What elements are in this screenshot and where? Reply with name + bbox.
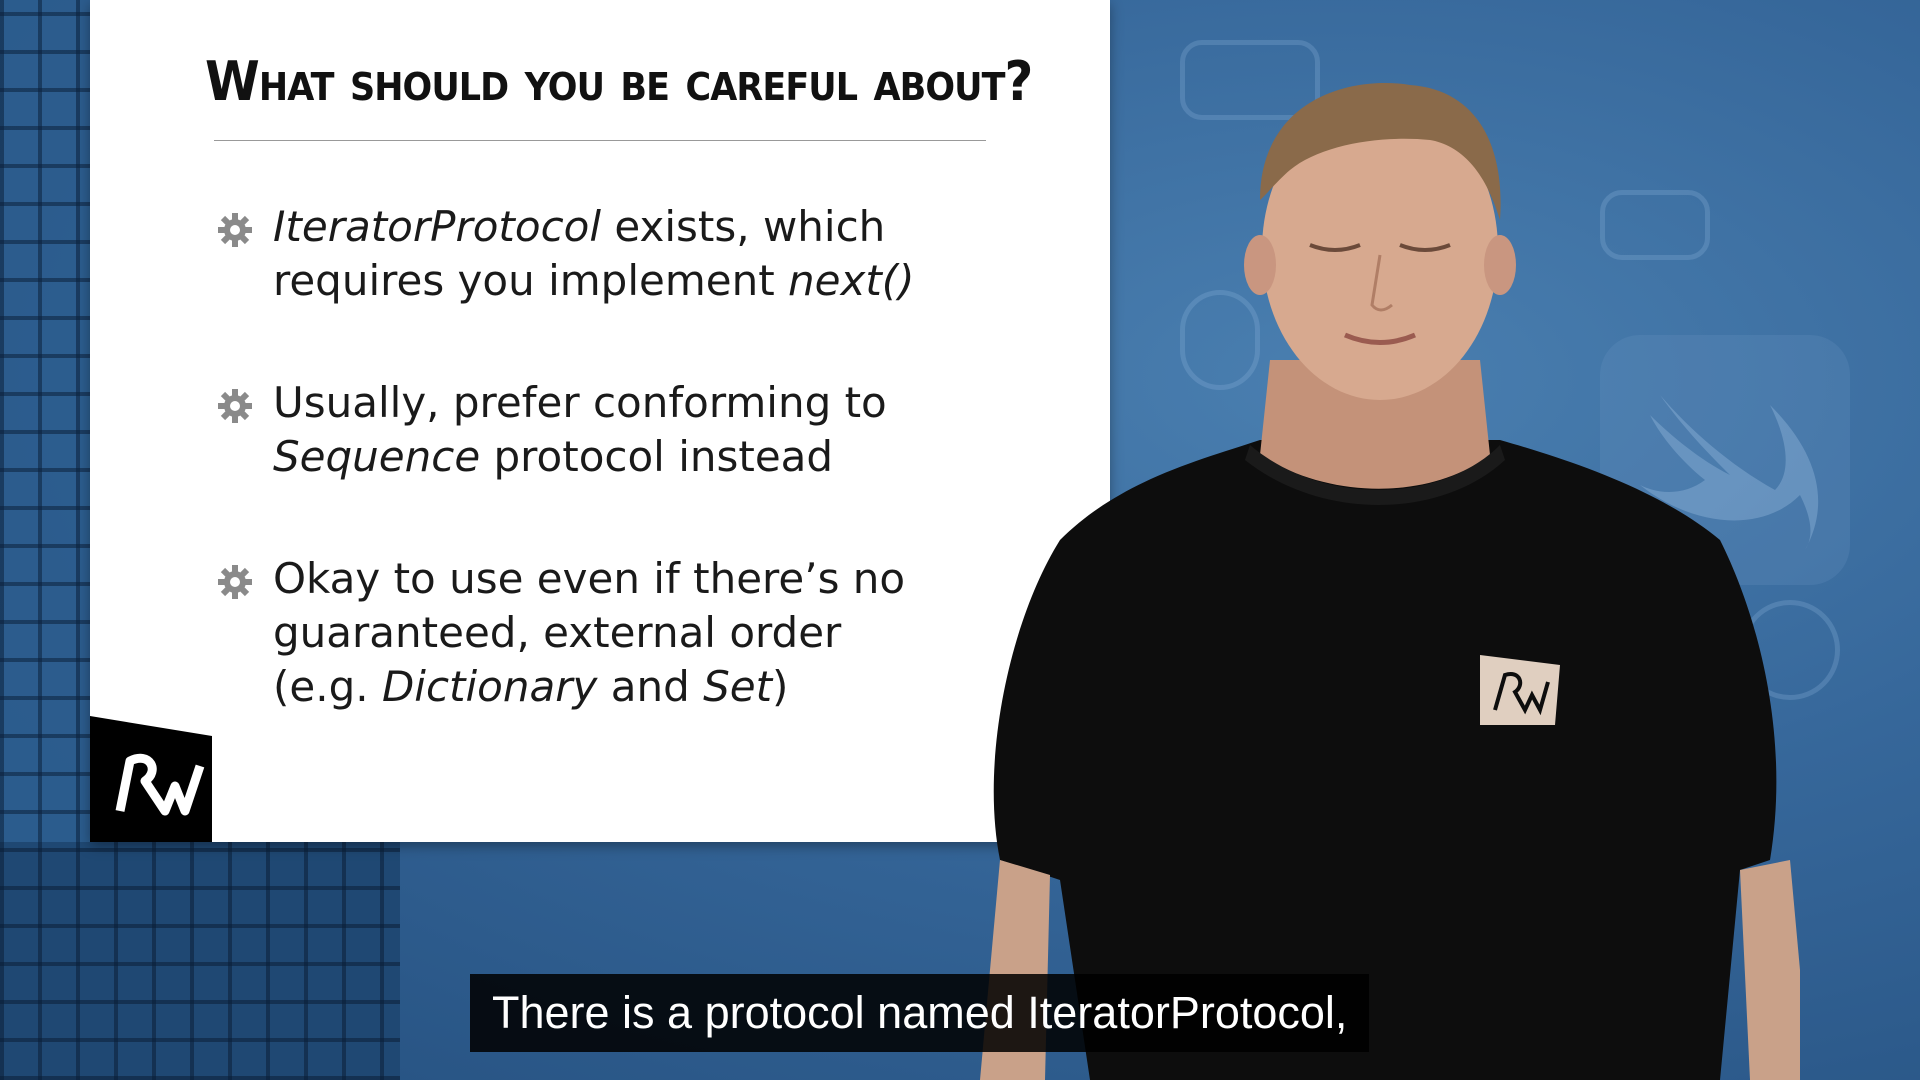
gear-icon xyxy=(218,213,252,247)
presenter-figure xyxy=(980,82,1800,1080)
text-span: exists, which xyxy=(601,202,886,251)
code-term: Set xyxy=(703,662,773,711)
bullet-line: (e.g. Dictionary and Set) xyxy=(273,660,953,714)
title-divider xyxy=(214,140,986,141)
gear-icon xyxy=(218,565,252,599)
subtitle-caption: There is a protocol named IteratorProtoc… xyxy=(470,974,1370,1052)
bullet-line: Sequence protocol instead xyxy=(273,430,953,484)
code-term: next() xyxy=(788,256,915,305)
bullet-line: guaranteed, external order xyxy=(273,608,842,657)
bullet-line: IteratorProtocol exists, which xyxy=(273,200,953,254)
text-span: protocol instead xyxy=(480,432,834,481)
bullet-text: Usually, prefer conforming to Sequence p… xyxy=(273,376,953,484)
bullet-item: Usually, prefer conforming to Sequence p… xyxy=(215,376,935,486)
rw-shirt-logo-icon xyxy=(1480,655,1560,725)
code-term: Sequence xyxy=(273,432,481,481)
bullet-line: Usually, prefer conforming to xyxy=(273,378,887,427)
code-term: IteratorProtocol xyxy=(273,202,602,251)
bullet-item: IteratorProtocol exists, which requires … xyxy=(215,200,935,310)
bullet-item: Okay to use even if there’s no guarantee… xyxy=(215,552,935,722)
tiled-background-bottom xyxy=(0,842,400,1080)
slide-title: What should you be careful about? xyxy=(205,50,1033,113)
text-span: and xyxy=(597,662,704,711)
bullet-line: Okay to use even if there’s no xyxy=(273,554,906,603)
video-frame: What should you be careful about? Iterat… xyxy=(0,0,1920,1080)
text-span: ) xyxy=(772,662,789,711)
bullet-text: Okay to use even if there’s no guarantee… xyxy=(273,552,953,714)
bullet-text: IteratorProtocol exists, which requires … xyxy=(273,200,953,308)
gear-icon xyxy=(218,389,252,423)
presentation-slide: What should you be careful about? Iterat… xyxy=(90,0,1110,842)
bullet-line: requires you implement next() xyxy=(273,254,953,308)
text-span: (e.g. xyxy=(273,662,382,711)
code-term: Dictionary xyxy=(381,662,598,711)
rw-logo-icon xyxy=(90,716,212,842)
text-span: requires you implement xyxy=(273,256,789,305)
